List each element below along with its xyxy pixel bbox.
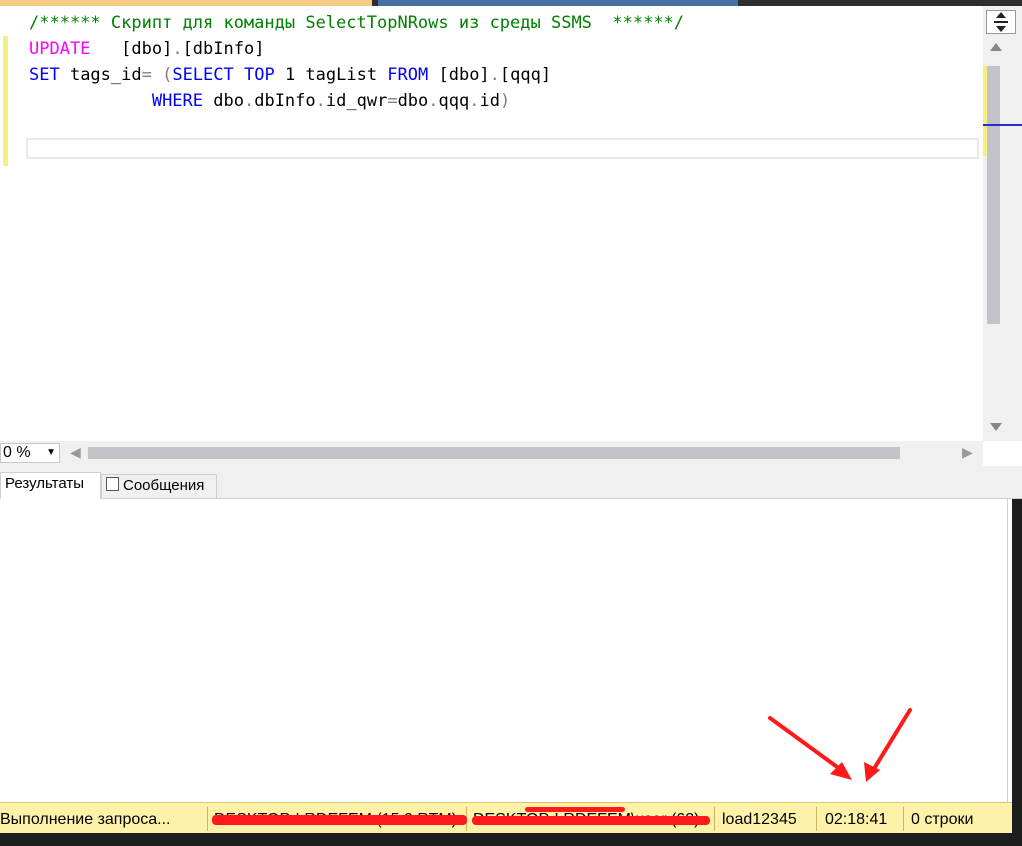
kw-where: WHERE [151, 91, 204, 111]
code-token: dbo [397, 91, 429, 111]
zoom-select[interactable]: 0 % ▼ [0, 443, 60, 463]
code-token: dbo [203, 91, 244, 111]
scroll-left-icon[interactable]: ◀ [70, 444, 81, 461]
current-line-highlight [26, 138, 979, 159]
redaction-mark [472, 816, 710, 825]
split-editor-button[interactable] [986, 10, 1016, 34]
results-tab-bar: Результаты Сообщения [0, 466, 1022, 499]
kw-top: TOP [233, 65, 275, 85]
code-token: tags_id [59, 65, 142, 85]
tab-results[interactable]: Результаты [0, 472, 101, 499]
code-token: [dbo] [90, 39, 173, 59]
tab-results-label: Результаты [5, 475, 84, 492]
status-divider [903, 807, 904, 831]
code-token: 1 tagList [274, 65, 388, 85]
annotation-arrows [768, 708, 912, 782]
sql-code[interactable]: /****** Скрипт для команды SelectTopNRow… [29, 10, 684, 114]
zoom-value: 0 % [3, 444, 31, 461]
code-token: qqq [438, 91, 470, 111]
code-token: id [479, 91, 500, 111]
scroll-down-icon[interactable] [989, 422, 1003, 432]
code-token: id_qwr [325, 91, 388, 111]
code-token: . [428, 91, 439, 111]
scroll-up-icon[interactable] [989, 42, 1003, 52]
code-token: [qqq] [499, 65, 552, 85]
status-query-state: Выполнение запроса... [0, 811, 171, 828]
code-token: [dbo] [428, 65, 490, 85]
query-editor[interactable]: /****** Скрипт для команды SelectTopNRow… [0, 6, 983, 441]
vertical-scroll-thumb[interactable] [987, 66, 1000, 324]
redaction-mark [525, 807, 625, 812]
code-token: . [469, 91, 480, 111]
messages-icon [106, 477, 119, 491]
caret-position-marker [983, 124, 1022, 126]
tab-messages[interactable]: Сообщения [101, 474, 217, 498]
code-token: . [315, 91, 326, 111]
code-token: dbInfo [254, 91, 316, 111]
status-bar: Выполнение запроса... DESKTOP-LRDEFEM (1… [0, 802, 1012, 834]
status-divider [714, 807, 715, 831]
scroll-right-icon[interactable]: ▶ [962, 444, 973, 461]
status-database: load12345 [722, 811, 797, 828]
status-divider [207, 807, 208, 831]
window-border [0, 833, 1022, 846]
tab-messages-label: Сообщения [123, 477, 205, 494]
editor-vertical-scrollbar[interactable] [983, 6, 1022, 441]
kw-select: SELECT [172, 65, 234, 85]
code-token: . [489, 65, 500, 85]
status-elapsed-time: 02:18:41 [825, 811, 888, 828]
code-token: [dbInfo] [182, 39, 265, 59]
editor-horizontal-bar: 0 % ▼ ◀ ▶ [0, 441, 983, 466]
redaction-mark [212, 815, 467, 825]
code-comment: /****** Скрипт для команды SelectTopNRow… [29, 13, 685, 33]
code-token: ) [499, 91, 511, 111]
code-token: = [387, 91, 398, 111]
status-row-count: 0 строки [911, 811, 974, 828]
change-indicator [3, 36, 8, 166]
horizontal-scroll-thumb[interactable] [88, 447, 900, 459]
code-token: . [172, 39, 183, 59]
code-token: . [243, 91, 255, 111]
code-token: = ( [141, 65, 173, 85]
status-divider [816, 807, 817, 831]
chevron-down-icon: ▼ [46, 447, 56, 458]
kw-update: UPDATE [29, 39, 91, 59]
kw-from: FROM [387, 65, 429, 85]
window-border [1012, 499, 1022, 846]
split-icon [994, 12, 1008, 32]
kw-set: SET [29, 65, 60, 85]
